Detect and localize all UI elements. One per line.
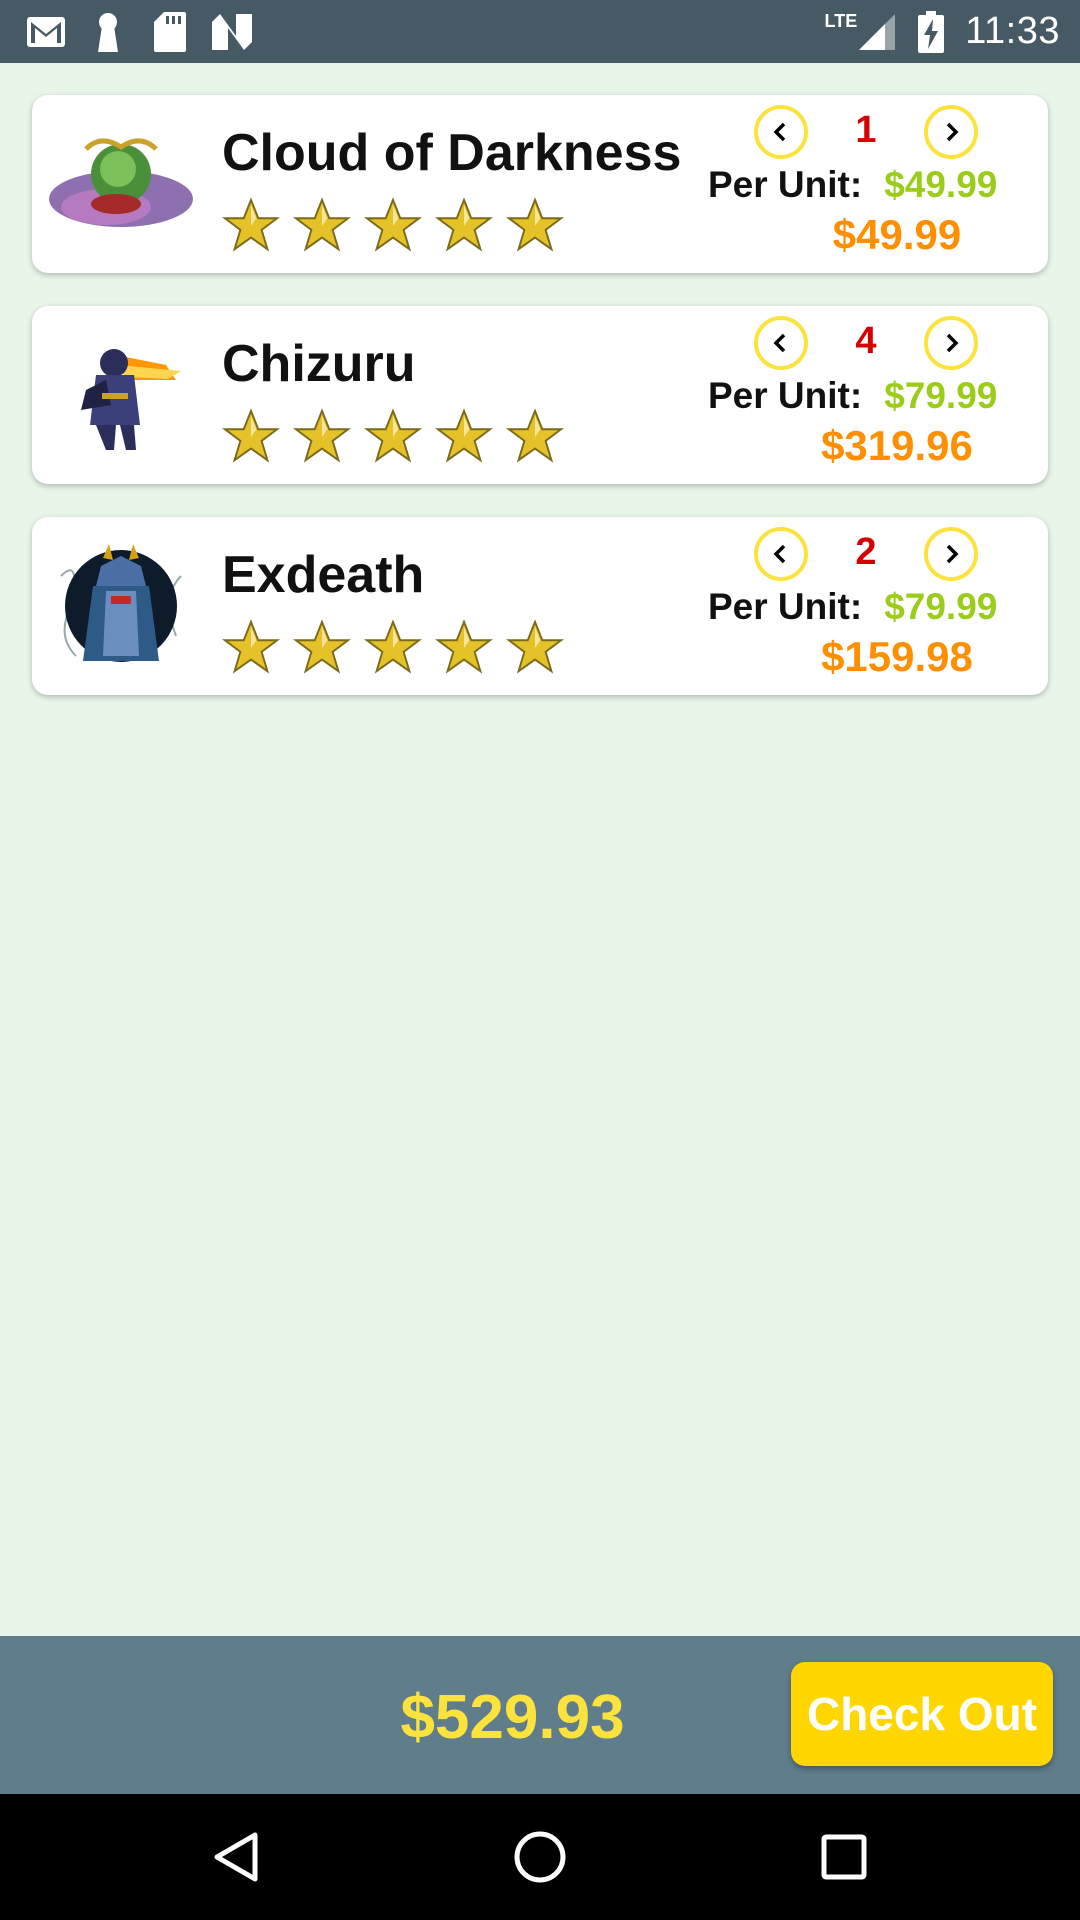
star-rating [222, 197, 564, 255]
unit-price-row: Per Unit: $79.99 [708, 374, 997, 418]
chevron-left-icon [773, 333, 786, 353]
sd-card-icon [150, 12, 190, 52]
checkout-bar: $529.93 Check Out [0, 1636, 1080, 1794]
item-name: Cloud of Darkness [222, 124, 682, 182]
recents-icon [821, 1834, 867, 1880]
item-total: $159.98 [821, 633, 973, 680]
network-type: LTE [824, 11, 858, 31]
quantity-stepper: 1 [754, 105, 978, 159]
home-button[interactable] [510, 1827, 570, 1887]
cart-item-card[interactable]: Cloud of Darkness 1 Per Unit: $49.99 $49… [32, 95, 1048, 273]
clock: 11:33 [965, 10, 1060, 52]
star-icon [293, 197, 351, 252]
per-unit-label: Per Unit: [708, 586, 863, 627]
home-icon [514, 1831, 566, 1883]
increase-quantity-button[interactable] [924, 105, 978, 159]
star-icon [506, 619, 564, 674]
n-logo-icon [212, 12, 252, 52]
star-rating [222, 408, 564, 466]
cart-item-card[interactable]: Chizuru 4 Per Unit: $79.99 $319.96 [32, 306, 1048, 484]
decrease-quantity-button[interactable] [754, 105, 808, 159]
item-name: Chizuru [222, 335, 416, 393]
item-total: $319.96 [821, 422, 973, 469]
item-total: $49.99 [832, 211, 962, 258]
battery-charging-icon [911, 10, 951, 53]
star-icon [293, 408, 351, 463]
cart-list: Cloud of Darkness 1 Per Unit: $49.99 $49… [32, 95, 1048, 728]
decrease-quantity-button[interactable] [754, 527, 808, 581]
keyhole-icon [88, 12, 128, 52]
back-icon [214, 1832, 258, 1882]
star-icon [435, 408, 493, 463]
quantity-value: 2 [855, 531, 877, 573]
chevron-right-icon [946, 122, 959, 142]
cloud-of-darkness-sprite [46, 115, 196, 253]
star-icon [364, 408, 422, 463]
exdeath-sprite [46, 537, 196, 675]
quantity-stepper: 4 [754, 316, 978, 370]
status-bar: LTE 11:33 [0, 0, 1080, 63]
signal-icon [857, 12, 897, 52]
star-icon [506, 408, 564, 463]
chevron-right-icon [946, 333, 959, 353]
per-unit-label: Per Unit: [708, 375, 863, 416]
unit-price-row: Per Unit: $49.99 [708, 163, 997, 207]
unit-price: $79.99 [884, 586, 998, 627]
star-rating [222, 619, 564, 677]
star-icon [506, 197, 564, 252]
navigation-bar [0, 1794, 1080, 1920]
unit-price-row: Per Unit: $79.99 [708, 585, 997, 629]
system-icons: LTE 11:33 [825, 0, 1060, 63]
cart-item-card[interactable]: Exdeath 2 Per Unit: $79.99 $159.98 [32, 517, 1048, 695]
star-icon [364, 619, 422, 674]
unit-price: $49.99 [884, 164, 998, 205]
chizuru-sprite [46, 326, 196, 464]
star-icon [435, 197, 493, 252]
unit-price: $79.99 [884, 375, 998, 416]
quantity-value: 4 [855, 320, 877, 362]
chevron-left-icon [773, 122, 786, 142]
star-icon [364, 197, 422, 252]
item-name: Exdeath [222, 546, 425, 604]
increase-quantity-button[interactable] [924, 316, 978, 370]
grand-total: $529.93 [400, 1683, 625, 1752]
star-icon [435, 619, 493, 674]
quantity-value: 1 [855, 109, 877, 151]
star-icon [293, 619, 351, 674]
star-icon [222, 619, 280, 674]
back-button[interactable] [206, 1827, 266, 1887]
gmail-icon [26, 12, 66, 52]
checkout-button[interactable]: Check Out [791, 1662, 1053, 1766]
quantity-stepper: 2 [754, 527, 978, 581]
star-icon [222, 408, 280, 463]
per-unit-label: Per Unit: [708, 164, 863, 205]
star-icon [222, 197, 280, 252]
increase-quantity-button[interactable] [924, 527, 978, 581]
chevron-right-icon [946, 544, 959, 564]
chevron-left-icon [773, 544, 786, 564]
decrease-quantity-button[interactable] [754, 316, 808, 370]
notification-icons [26, 12, 252, 52]
recents-button[interactable] [814, 1827, 874, 1887]
